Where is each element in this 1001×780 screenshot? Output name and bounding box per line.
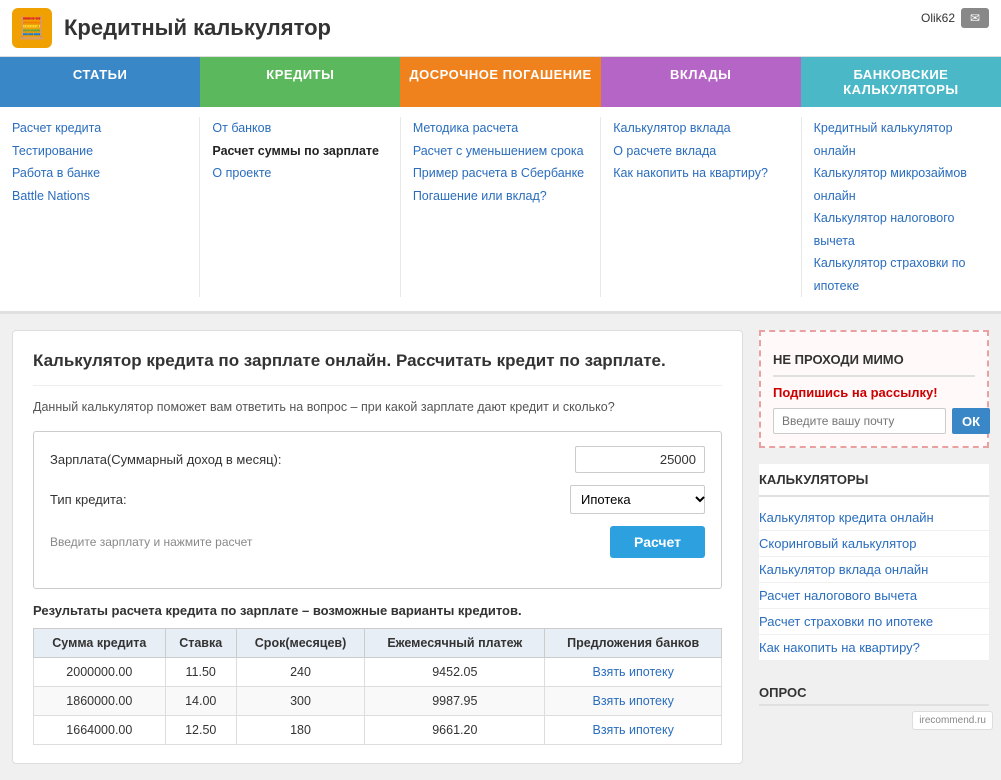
link-testirovanie[interactable]: Тестирование xyxy=(12,140,187,163)
table-row: 2000000.00 11.50 240 9452.05 Взять ипоте… xyxy=(34,657,722,686)
link-pogashenie-vklad[interactable]: Погашение или вклад? xyxy=(413,185,588,208)
col-header-sum: Сумма кредита xyxy=(34,628,166,657)
credit-type-row: Тип кредита: Ипотека Потребительский Авт… xyxy=(50,485,705,514)
link-ot-bankov[interactable]: От банков xyxy=(212,117,387,140)
calculator-form: Зарплата(Суммарный доход в месяц): Тип к… xyxy=(33,431,722,589)
sidebar-link-nakopit[interactable]: Как накопить на квартиру? xyxy=(759,635,989,661)
col-header-rate: Ставка xyxy=(165,628,236,657)
link-sberbank[interactable]: Пример расчета в Сбербанке xyxy=(413,162,588,185)
sidebar-link-vklad-online[interactable]: Калькулятор вклада онлайн xyxy=(759,557,989,583)
sidebar-calculators-box: КАЛЬКУЛЯТОРЫ Калькулятор кредита онлайн … xyxy=(759,464,989,661)
results-table: Сумма кредита Ставка Срок(месяцев) Ежеме… xyxy=(33,628,722,745)
main-nav: СТАТЬИ КРЕДИТЫ ДОСРОЧНОЕ ПОГАШЕНИЕ ВКЛАД… xyxy=(0,57,1001,107)
app-icon: 🧮 xyxy=(12,8,52,48)
dropdown-col-3: Методика расчета Расчет с уменьшением ср… xyxy=(401,117,601,297)
user-info: Olik62 ✉ xyxy=(921,8,989,28)
newsletter-section-title: НЕ ПРОХОДИ МИМО xyxy=(773,344,975,377)
cell-rate: 12.50 xyxy=(165,715,236,744)
nav-item-articles[interactable]: СТАТЬИ xyxy=(0,57,200,107)
cell-sum: 1664000.00 xyxy=(34,715,166,744)
nav-item-credits[interactable]: КРЕДИТЫ xyxy=(200,57,400,107)
header: 🧮 Кредитный калькулятор Olik62 ✉ xyxy=(0,0,1001,57)
nav-item-bank-calculators[interactable]: БАНКОВСКИЕ КАЛЬКУЛЯТОРЫ xyxy=(801,57,1001,107)
cell-payment: 9987.95 xyxy=(365,686,545,715)
cell-sum: 1860000.00 xyxy=(34,686,166,715)
credit-type-select[interactable]: Ипотека Потребительский Автокредит xyxy=(571,486,708,513)
table-header-row: Сумма кредита Ставка Срок(месяцев) Ежеме… xyxy=(34,628,722,657)
cell-rate: 11.50 xyxy=(165,657,236,686)
cell-bank-link[interactable]: Взять ипотеку xyxy=(545,686,722,715)
sidebar-link-strahov-ipoteka[interactable]: Расчет страховки по ипотеке xyxy=(759,609,989,635)
nav-item-early-payment[interactable]: ДОСРОЧНОЕ ПОГАШЕНИЕ xyxy=(400,57,600,107)
link-o-proekte[interactable]: О проекте xyxy=(212,162,387,185)
link-o-raschete-vklada[interactable]: О расчете вклада xyxy=(613,140,788,163)
sidebar-link-kredit-online[interactable]: Калькулятор кредита онлайн xyxy=(759,505,989,531)
cell-bank-link[interactable]: Взять ипотеку xyxy=(545,657,722,686)
results-title: Результаты расчета кредита по зарплате –… xyxy=(33,603,722,618)
calculate-button[interactable]: Расчет xyxy=(610,526,705,558)
link-kak-nakopit[interactable]: Как накопить на квартиру? xyxy=(613,162,788,185)
sidebar-link-skoring[interactable]: Скоринговый калькулятор xyxy=(759,531,989,557)
dropdown-col-1: Расчет кредита Тестирование Работа в бан… xyxy=(0,117,200,297)
bank-link[interactable]: Взять ипотеку xyxy=(592,723,673,737)
col-header-payment: Ежемесячный платеж xyxy=(365,628,545,657)
cell-bank-link[interactable]: Взять ипотеку xyxy=(545,715,722,744)
link-rashsumzarp: Расчет суммы по зарплате xyxy=(212,140,387,163)
table-body: 2000000.00 11.50 240 9452.05 Взять ипоте… xyxy=(34,657,722,744)
salary-row: Зарплата(Суммарный доход в месяц): xyxy=(50,446,705,473)
credit-type-select-wrap: Ипотека Потребительский Автокредит xyxy=(570,485,705,514)
link-rabota-v-banke[interactable]: Работа в банке xyxy=(12,162,187,185)
page-title: Кредитный калькулятор xyxy=(64,15,331,41)
col-header-banks: Предложения банков xyxy=(545,628,722,657)
link-umensheniesroka[interactable]: Расчет с уменьшением срока xyxy=(413,140,588,163)
table-row: 1664000.00 12.50 180 9661.20 Взять ипоте… xyxy=(34,715,722,744)
calculator-description: Данный калькулятор поможет вам ответить … xyxy=(33,398,722,417)
newsletter-form-row: ОК xyxy=(773,408,975,434)
cell-sum: 2000000.00 xyxy=(34,657,166,686)
link-metodika[interactable]: Методика расчета xyxy=(413,117,588,140)
cell-period: 240 xyxy=(236,657,365,686)
cell-period: 300 xyxy=(236,686,365,715)
dropdown-menu: Расчет кредита Тестирование Работа в бан… xyxy=(0,107,1001,314)
newsletter-box: НЕ ПРОХОДИ МИМО Подпишись на рассылку! О… xyxy=(759,330,989,448)
user-name: Olik62 xyxy=(921,11,955,25)
recommend-badge: irecommend.ru xyxy=(912,711,993,730)
sidebar: НЕ ПРОХОДИ МИМО Подпишись на рассылку! О… xyxy=(759,330,989,764)
link-rashet-kredita[interactable]: Расчет кредита xyxy=(12,117,187,140)
dropdown-col-4: Калькулятор вклада О расчете вклада Как … xyxy=(601,117,801,297)
salary-label: Зарплата(Суммарный доход в месяц): xyxy=(50,452,575,467)
cell-period: 180 xyxy=(236,715,365,744)
cell-rate: 14.00 xyxy=(165,686,236,715)
link-kredit-kalk-online[interactable]: Кредитный калькулятор онлайн xyxy=(814,117,989,162)
link-mikrozaim-kalk[interactable]: Калькулятор микрозаймов онлайн xyxy=(814,162,989,207)
salary-input[interactable] xyxy=(575,446,705,473)
subscribe-label: Подпишись на рассылку! xyxy=(773,385,975,400)
newsletter-ok-button[interactable]: ОК xyxy=(952,408,990,434)
link-kalk-vklada[interactable]: Калькулятор вклада xyxy=(613,117,788,140)
opros-title: ОПРОС xyxy=(759,677,989,706)
mail-icon[interactable]: ✉ xyxy=(961,8,989,28)
newsletter-email-input[interactable] xyxy=(773,408,946,434)
credit-type-label: Тип кредита: xyxy=(50,492,570,507)
sidebar-link-nalog-vychet[interactable]: Расчет налогового вычета xyxy=(759,583,989,609)
calc-hint-text: Введите зарплату и нажмите расчет xyxy=(50,535,610,549)
nav-item-deposits[interactable]: ВКЛАДЫ xyxy=(601,57,801,107)
calculators-title: КАЛЬКУЛЯТОРЫ xyxy=(759,464,989,497)
cell-payment: 9661.20 xyxy=(365,715,545,744)
col-header-period: Срок(месяцев) xyxy=(236,628,365,657)
main-layout: Калькулятор кредита по зарплате онлайн. … xyxy=(0,314,1001,780)
dropdown-col-5: Кредитный калькулятор онлайн Калькулятор… xyxy=(802,117,1001,297)
action-row: Введите зарплату и нажмите расчет Расчет xyxy=(50,526,705,558)
link-battle-nations[interactable]: Battle Nations xyxy=(12,185,187,208)
dropdown-col-2: От банков Расчет суммы по зарплате О про… xyxy=(200,117,400,297)
bank-link[interactable]: Взять ипотеку xyxy=(592,694,673,708)
bank-link[interactable]: Взять ипотеку xyxy=(592,665,673,679)
link-nalog-vychet[interactable]: Калькулятор налогового вычета xyxy=(814,207,989,252)
table-row: 1860000.00 14.00 300 9987.95 Взять ипоте… xyxy=(34,686,722,715)
cell-payment: 9452.05 xyxy=(365,657,545,686)
link-strahov-ipoteka[interactable]: Калькулятор страховки по ипотеке xyxy=(814,252,989,297)
calculator-title: Калькулятор кредита по зарплате онлайн. … xyxy=(33,349,722,386)
main-content: Калькулятор кредита по зарплате онлайн. … xyxy=(12,330,743,764)
